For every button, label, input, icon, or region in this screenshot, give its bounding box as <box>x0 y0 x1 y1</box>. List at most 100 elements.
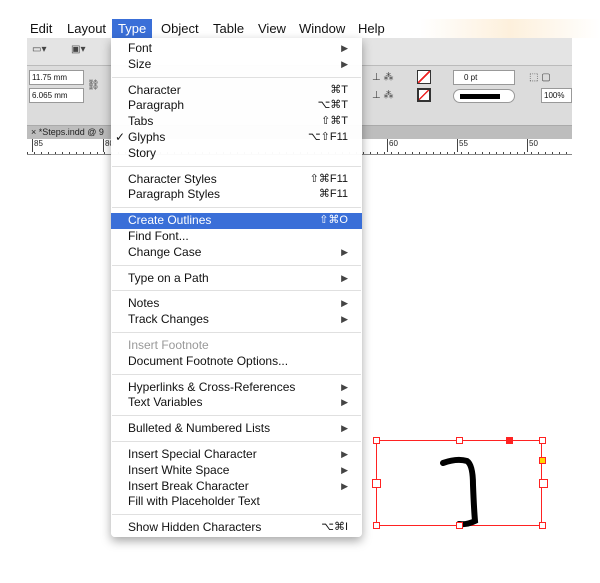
menu-separator <box>111 328 362 338</box>
resize-handle[interactable] <box>456 437 463 444</box>
ruler-label: 85 <box>32 139 43 152</box>
align-icon[interactable]: ⊥ ⁂ <box>372 72 394 83</box>
selected-text-frame[interactable] <box>372 437 548 529</box>
menu-item-label: Story <box>128 145 157 160</box>
menu-item-font[interactable]: Font ▶ <box>111 41 362 57</box>
menu-item-label: Character <box>128 82 181 97</box>
menu-item-label: Text Variables <box>128 395 203 410</box>
submenu-arrow-icon: ▶ <box>341 381 348 392</box>
opacity-field[interactable]: 100% <box>541 88 572 103</box>
frame-view-icon[interactable]: ▭▾ <box>32 44 46 55</box>
menu-item-label: Show Hidden Characters <box>128 520 262 535</box>
out-port-handle[interactable] <box>506 437 513 444</box>
menu-separator <box>111 370 362 380</box>
ruler-label: 55 <box>457 139 468 152</box>
menu-item-label: Tabs <box>128 114 154 129</box>
menu-item-notes[interactable]: Notes ▶ <box>111 296 362 312</box>
menu-item-shortcut: ⌘T <box>330 83 348 96</box>
submenu-arrow-icon: ▶ <box>341 423 348 434</box>
menu-table[interactable]: Table <box>207 19 250 38</box>
menu-item-track-changes[interactable]: Track Changes ▶ <box>111 312 362 328</box>
close-tab-icon[interactable]: × <box>31 127 39 137</box>
menu-bar: Edit Layout Type Object Table View Window Help <box>0 19 600 38</box>
menu-separator <box>111 162 362 172</box>
resize-handle[interactable] <box>372 479 381 488</box>
submenu-arrow-icon: ▶ <box>341 464 348 475</box>
menu-item-hyperlinks-cross-references[interactable]: Hyperlinks & Cross-References ▶ <box>111 380 362 396</box>
menu-item-character[interactable]: Character ⌘T <box>111 83 362 99</box>
resize-handle[interactable] <box>539 437 546 444</box>
corner-options-handle[interactable] <box>539 457 546 464</box>
menu-item-shortcut: ⌘F11 <box>318 188 348 201</box>
submenu-arrow-icon: ▶ <box>341 448 348 459</box>
menu-item-story[interactable]: Story <box>111 146 362 162</box>
resize-handle[interactable] <box>456 522 463 529</box>
menu-separator <box>111 510 362 520</box>
glyph-outline <box>440 456 479 528</box>
submenu-arrow-icon: ▶ <box>341 246 348 257</box>
menu-item-find-font[interactable]: Find Font... <box>111 229 362 245</box>
menu-item-label: Insert Break Character <box>128 478 249 493</box>
menu-separator <box>111 203 362 213</box>
effects-icon[interactable]: ⬚ ▢ <box>529 72 551 83</box>
menu-item-show-hidden-characters[interactable]: Show Hidden Characters ⌥⌘I <box>111 520 362 536</box>
menu-view[interactable]: View <box>252 19 292 38</box>
menu-separator <box>111 411 362 421</box>
menu-edit[interactable]: Edit <box>24 19 58 38</box>
menu-item-shortcut: ⇧⌘F11 <box>309 172 348 185</box>
menu-item-type-on-a-path[interactable]: Type on a Path ▶ <box>111 271 362 287</box>
menu-item-size[interactable]: Size ▶ <box>111 57 362 73</box>
menu-item-label: Size <box>128 56 152 71</box>
menu-item-text-variables[interactable]: Text Variables ▶ <box>111 395 362 411</box>
document-tab[interactable]: *Steps.indd @ 9 <box>39 127 104 137</box>
menu-window[interactable]: Window <box>293 19 351 38</box>
menu-item-label: Change Case <box>128 244 202 259</box>
menu-item-tabs[interactable]: Tabs ⇧⌘T <box>111 114 362 130</box>
menu-item-label: Notes <box>128 296 160 311</box>
menu-item-character-styles[interactable]: Character Styles ⇧⌘F11 <box>111 172 362 188</box>
menu-item-label: Paragraph Styles <box>128 187 221 202</box>
menu-item-insert-white-space[interactable]: Insert White Space ▶ <box>111 463 362 479</box>
menu-item-shortcut: ⌥⌘I <box>321 521 348 534</box>
menu-item-shortcut: ⌥⌘T <box>317 99 348 112</box>
menu-item-label: Hyperlinks & Cross-References <box>128 379 296 394</box>
stroke-weight-field[interactable]: 0 pt <box>453 70 515 85</box>
menu-item-shortcut: ⇧⌘O <box>319 214 348 227</box>
menu-item-paragraph-styles[interactable]: Paragraph Styles ⌘F11 <box>111 187 362 203</box>
menu-layout[interactable]: Layout <box>61 19 112 38</box>
stroke-swatch[interactable] <box>417 88 431 102</box>
submenu-arrow-icon: ▶ <box>341 272 348 283</box>
menu-object[interactable]: Object <box>155 19 205 38</box>
constrain-proportions-icon[interactable]: ⛓ <box>87 80 100 91</box>
resize-handle[interactable] <box>373 522 380 529</box>
resize-handle[interactable] <box>539 522 546 529</box>
submenu-arrow-icon: ▶ <box>341 58 348 69</box>
menu-item-label: Font <box>128 41 153 55</box>
menu-item-insert-break-character[interactable]: Insert Break Character ▶ <box>111 479 362 495</box>
submenu-arrow-icon: ▶ <box>341 43 348 53</box>
width-field[interactable]: 11.75 mm <box>29 70 84 85</box>
resize-handle[interactable] <box>539 479 548 488</box>
ruler-label: 60 <box>387 139 398 152</box>
menu-item-create-outlines[interactable]: Create Outlines ⇧⌘O <box>111 213 362 229</box>
menu-item-change-case[interactable]: Change Case ▶ <box>111 245 362 261</box>
menu-item-shortcut: ⌥⇧F11 <box>307 130 348 143</box>
stroke-type-select[interactable] <box>453 89 515 103</box>
menu-item-glyphs[interactable]: ✓ Glyphs ⌥⇧F11 <box>111 130 362 146</box>
menu-item-label: Type on a Path <box>128 270 209 285</box>
menu-item-fill-with-placeholder-text[interactable]: Fill with Placeholder Text <box>111 494 362 510</box>
menu-item-insert-special-character[interactable]: Insert Special Character ▶ <box>111 447 362 463</box>
fit-frame-icon[interactable]: ▣▾ <box>71 44 85 55</box>
menu-help[interactable]: Help <box>352 19 391 38</box>
submenu-arrow-icon: ▶ <box>341 397 348 408</box>
menu-item-label: Paragraph <box>128 98 185 113</box>
menu-item-bulleted-numbered-lists[interactable]: Bulleted & Numbered Lists ▶ <box>111 421 362 437</box>
fill-swatch[interactable] <box>417 70 431 84</box>
height-field[interactable]: 6.065 mm <box>29 88 84 103</box>
menu-item-paragraph[interactable]: Paragraph ⌥⌘T <box>111 98 362 114</box>
resize-handle[interactable] <box>373 437 380 444</box>
menu-type[interactable]: Type <box>112 19 153 38</box>
distribute-icon[interactable]: ⊥ ⁂ <box>372 90 394 101</box>
menu-item-document-footnote-options[interactable]: Document Footnote Options... <box>111 354 362 370</box>
menu-separator <box>111 73 362 83</box>
